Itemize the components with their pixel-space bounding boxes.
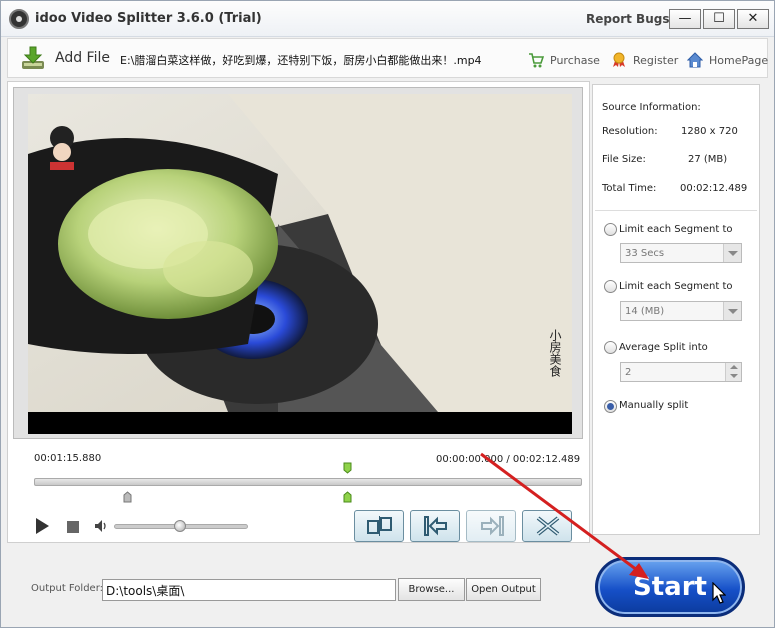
file-size-value: 27 (MB) xyxy=(688,154,728,165)
chevron-down-icon xyxy=(723,244,741,262)
toolbar: Add File E:\腊溜白菜这样做，好吃到爆，还特别下饭，厨房小白都能做出来… xyxy=(7,38,768,78)
film-reel-icon xyxy=(9,9,29,29)
video-frame: 小房美食 xyxy=(13,87,583,439)
purchase-link[interactable]: Purchase xyxy=(528,52,600,68)
browse-button[interactable]: Browse... xyxy=(398,578,465,601)
segment-end-marker[interactable] xyxy=(343,491,352,503)
total-time-label: Total Time: xyxy=(602,183,657,194)
report-bugs-link[interactable]: Report Bugs xyxy=(586,12,669,26)
cart-icon xyxy=(529,53,544,68)
radio-manual-split[interactable] xyxy=(604,400,617,413)
resolution-value: 1280 x 720 xyxy=(681,126,738,137)
resolution-label: Resolution: xyxy=(602,126,658,137)
average-split-stepper[interactable]: 2 xyxy=(620,362,742,382)
purchase-label: Purchase xyxy=(550,54,600,67)
add-file-label: Add File xyxy=(55,50,110,66)
preview-panel: 小房美食 00:01:15.880 00:00:00.000 / 00:02:1… xyxy=(7,81,590,543)
playhead-marker[interactable] xyxy=(343,462,352,474)
delete-icon xyxy=(536,516,560,536)
register-link[interactable]: Register xyxy=(611,52,678,68)
delete-segment-button[interactable] xyxy=(522,510,572,542)
speaker-icon[interactable] xyxy=(94,519,108,533)
volume-knob[interactable] xyxy=(174,520,186,532)
output-folder-label: Output Folder: xyxy=(31,583,104,594)
average-split-label: Average Split into xyxy=(619,342,708,353)
svg-text:小房美食: 小房美食 xyxy=(548,329,562,377)
radio-limit-by-time[interactable] xyxy=(604,223,617,236)
current-time: 00:01:15.880 xyxy=(34,453,102,464)
radio-average-split[interactable] xyxy=(604,341,617,354)
segment-duration-select[interactable]: 33 Secs xyxy=(620,243,742,263)
segment-size-value: 14 (MB) xyxy=(625,306,665,317)
minimize-button[interactable]: — xyxy=(669,9,701,29)
window-title: idoo Video Splitter 3.6.0 (Trial) xyxy=(35,11,262,26)
current-file-path: E:\腊溜白菜这样做，好吃到爆，还特别下饭，厨房小白都能做出来！.mp4 xyxy=(120,54,482,67)
maximize-button[interactable]: ☐ xyxy=(703,9,735,29)
position-total-time: 00:00:00.000 / 00:02:12.489 xyxy=(436,454,581,465)
segment-size-select[interactable]: 14 (MB) xyxy=(620,301,742,321)
radio-limit-by-size[interactable] xyxy=(604,280,617,293)
set-start-button[interactable] xyxy=(410,510,460,542)
limit-by-time-label: Limit each Segment to xyxy=(619,224,733,235)
segment-duration-value: 33 Secs xyxy=(625,248,665,259)
close-button[interactable]: ✕ xyxy=(737,9,769,29)
go-to-start-icon xyxy=(424,516,447,536)
stepper-up-icon[interactable] xyxy=(725,363,741,372)
register-label: Register xyxy=(633,54,679,67)
manual-split-label: Manually split xyxy=(619,400,689,411)
homepage-link[interactable]: HomePage xyxy=(687,52,768,68)
limit-by-size-label: Limit each Segment to xyxy=(619,281,733,292)
stepper-down-icon[interactable] xyxy=(725,372,741,381)
download-icon xyxy=(22,46,44,69)
video-frame-image: 小房美食 xyxy=(28,94,572,434)
chevron-down-icon xyxy=(723,302,741,320)
split-segment-icon xyxy=(367,516,392,536)
mouse-cursor-icon xyxy=(712,582,726,604)
play-button[interactable] xyxy=(36,518,49,534)
timeline-slider[interactable] xyxy=(34,478,582,486)
file-size-label: File Size: xyxy=(602,154,646,165)
go-to-end-icon xyxy=(481,516,504,536)
stop-button[interactable] xyxy=(67,521,79,533)
video-preview: 小房美食 xyxy=(28,94,572,434)
award-ribbon-icon xyxy=(613,52,625,67)
source-info-heading: Source Information: xyxy=(602,102,701,113)
home-icon xyxy=(687,52,703,68)
split-options-panel: Source Information: Resolution: 1280 x 7… xyxy=(592,84,760,535)
open-output-button[interactable]: Open Output xyxy=(466,578,541,601)
average-split-value: 2 xyxy=(625,367,632,378)
segment-start-marker[interactable] xyxy=(123,491,132,503)
title-bar: idoo Video Splitter 3.6.0 (Trial) Report… xyxy=(1,1,774,37)
app-window: idoo Video Splitter 3.6.0 (Trial) Report… xyxy=(0,0,775,628)
info-divider xyxy=(595,210,757,211)
total-time-value: 00:02:12.489 xyxy=(680,183,748,194)
set-end-button[interactable] xyxy=(466,510,516,542)
output-folder-input[interactable] xyxy=(102,579,396,601)
homepage-label: HomePage xyxy=(709,54,769,67)
split-here-button[interactable] xyxy=(354,510,404,542)
